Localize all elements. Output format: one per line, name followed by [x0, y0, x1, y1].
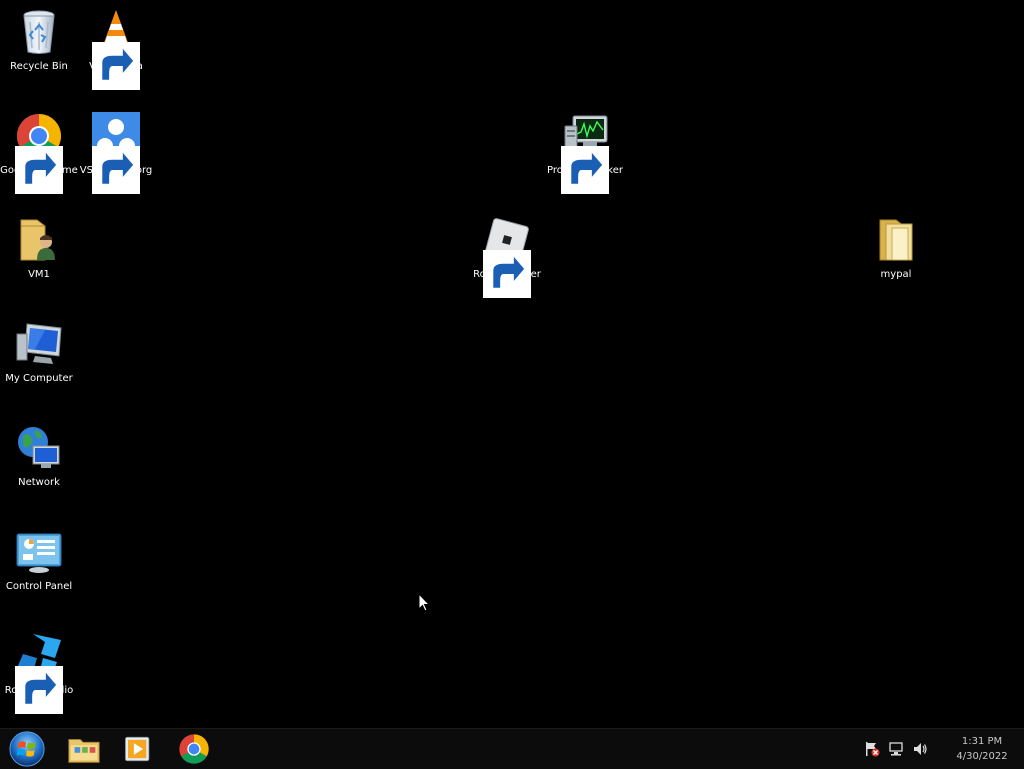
- desktop-icon-network[interactable]: Network: [0, 424, 78, 489]
- desktop-icon-google-chrome[interactable]: Google Chrome: [0, 112, 78, 194]
- start-button[interactable]: [0, 729, 54, 769]
- action-center-flag-icon[interactable]: [863, 740, 881, 758]
- network-icon: [15, 424, 63, 472]
- computer-icon: [15, 320, 63, 368]
- taskbar-chrome[interactable]: [166, 729, 222, 769]
- chrome-icon: [179, 734, 209, 764]
- vlc-icon: [92, 8, 140, 90]
- desktop-icon-label: VM1: [28, 269, 50, 280]
- shortcut-arrow-icon: [15, 666, 63, 714]
- taskbar-media-player[interactable]: [110, 729, 166, 769]
- chrome-icon: [15, 112, 63, 194]
- roblox-studio-icon: [15, 632, 63, 714]
- desktop-icon-vm1[interactable]: VM1: [0, 216, 78, 281]
- shortcut-arrow-icon: [92, 146, 140, 194]
- desktop-icon-mypal[interactable]: mypal: [857, 216, 935, 281]
- desktop-icon-vsthemes[interactable]: VSThemes.org: [77, 112, 155, 194]
- taskbar-windows-explorer[interactable]: [56, 729, 112, 769]
- shortcut-arrow-icon: [15, 146, 63, 194]
- clock-date: 4/30/2022: [956, 751, 1008, 762]
- clock-time: 1:31 PM: [961, 736, 1003, 747]
- desktop: Recycle Bin VLC media player: [0, 0, 1024, 728]
- desktop-icon-label: Recycle Bin: [10, 61, 68, 72]
- windows-explorer-icon: [68, 739, 100, 763]
- vsthemes-icon: [92, 112, 140, 194]
- shortcut-arrow-icon: [483, 250, 531, 298]
- roblox-player-icon: [483, 216, 531, 298]
- shortcut-arrow-icon: [92, 42, 140, 90]
- clock[interactable]: 1:31 PM 4/30/2022: [940, 734, 1024, 764]
- control-panel-icon: [15, 528, 63, 576]
- desktop-icon-recycle-bin[interactable]: Recycle Bin: [0, 8, 78, 73]
- desktop-icon-roblox-player[interactable]: Roblox Player: [468, 216, 546, 298]
- volume-icon[interactable]: [911, 740, 929, 758]
- desktop-icon-label: My Computer: [5, 373, 73, 384]
- desktop-icon-label: Control Panel: [5, 581, 73, 592]
- desktop-icon-label: mypal: [880, 269, 912, 280]
- media-player-icon: [125, 736, 150, 762]
- desktop-icon-process-hacker[interactable]: Process Hacker 2: [546, 112, 624, 194]
- desktop-icon-vlc[interactable]: VLC media player: [77, 8, 155, 90]
- desktop-icon-control-panel[interactable]: Control Panel: [0, 528, 78, 593]
- user-folder-icon: [15, 216, 63, 264]
- network-tray-icon[interactable]: [887, 740, 905, 758]
- shortcut-arrow-icon: [561, 146, 609, 194]
- system-tray: 1:31 PM 4/30/2022: [860, 729, 1024, 769]
- taskbar: 1:31 PM 4/30/2022: [0, 728, 1024, 769]
- desktop-icon-my-computer[interactable]: My Computer: [0, 320, 78, 385]
- mouse-cursor-icon: [418, 592, 431, 612]
- folder-icon: [872, 216, 920, 264]
- recycle-bin-icon: [15, 8, 63, 56]
- windows-logo-icon: [9, 731, 45, 767]
- desktop-icon-label: Network: [18, 477, 60, 488]
- desktop-icon-roblox-studio[interactable]: Roblox Studio: [0, 632, 78, 714]
- process-hacker-icon: [561, 112, 609, 194]
